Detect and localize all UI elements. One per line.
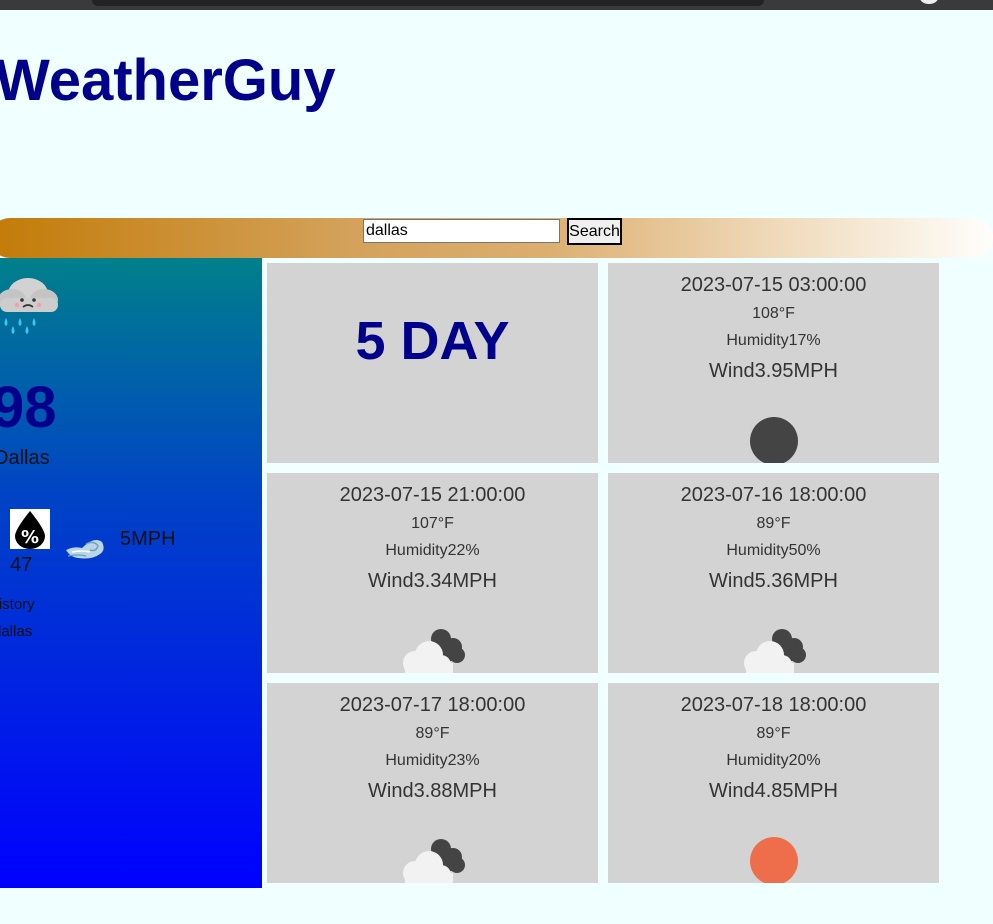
sun-icon: [750, 837, 798, 883]
forecast-humidity: Humidity23%: [385, 752, 480, 769]
forecast-wind: Wind3.95MPH: [709, 360, 838, 382]
moon-icon: [750, 417, 798, 463]
address-bar: [92, 0, 764, 6]
rain-cloud-icon: [0, 278, 58, 334]
forecast-wind: Wind5.36MPH: [709, 570, 838, 592]
browser-top-bar: [0, 0, 993, 10]
current-city: Dallas: [0, 447, 50, 469]
history-item[interactable]: dallas: [0, 623, 32, 640]
forecast-wind: Wind4.85MPH: [709, 780, 838, 802]
current-weather-panel: 98 Dallas % 47 5MPH History dallas: [0, 258, 262, 888]
forecast-date: 2023-07-15 03:00:00: [680, 274, 867, 296]
forecast-humidity: Humidity20%: [726, 752, 821, 769]
forecast-date: 2023-07-17 18:00:00: [339, 694, 526, 716]
forecast-date: 2023-07-18 18:00:00: [680, 694, 867, 716]
five-day-title-card: 5 DAY: [267, 263, 598, 463]
humidity-percent-icon: %: [10, 509, 50, 549]
forecast-humidity: Humidity50%: [726, 542, 821, 559]
five-day-title: 5 DAY: [355, 311, 510, 371]
cloudy-icon: [744, 629, 806, 673]
forecast-date: 2023-07-15 21:00:00: [339, 484, 526, 506]
wind-icon: [66, 540, 104, 559]
search-button[interactable]: Search: [567, 218, 622, 245]
forecast-card: 2023-07-17 18:00:00 89°F Humidity23% Win…: [267, 683, 598, 883]
forecast-card: 2023-07-15 21:00:00 107°F Humidity22% Wi…: [267, 473, 598, 673]
history-heading: History: [0, 596, 35, 613]
forecast-temperature: 89°F: [756, 725, 791, 742]
cloudy-icon: [403, 839, 465, 883]
forecast-temperature: 108°F: [752, 305, 795, 322]
forecast-card: 2023-07-15 03:00:00 108°F Humidity17% Wi…: [608, 263, 939, 463]
forecast-humidity: Humidity17%: [726, 332, 821, 349]
svg-text:%: %: [21, 527, 39, 548]
profile-icon: [920, 0, 938, 4]
forecast-wind: Wind3.88MPH: [368, 780, 497, 802]
current-humidity: 47: [10, 554, 33, 576]
search-input[interactable]: [363, 219, 560, 243]
forecast-temperature: 107°F: [411, 515, 454, 532]
forecast-wind: Wind3.34MPH: [368, 570, 497, 592]
forecast-temperature: 89°F: [756, 515, 791, 532]
current-wind: 5MPH: [120, 528, 176, 550]
cloudy-icon: [403, 629, 465, 673]
forecast-card: 2023-07-18 18:00:00 89°F Humidity20% Win…: [608, 683, 939, 883]
forecast-temperature: 89°F: [415, 725, 450, 742]
forecast-card: 2023-07-16 18:00:00 89°F Humidity50% Win…: [608, 473, 939, 673]
forecast-date: 2023-07-16 18:00:00: [680, 484, 867, 506]
current-temperature: 98: [0, 375, 57, 440]
forecast-humidity: Humidity22%: [385, 542, 480, 559]
app-title: WeatherGuy: [0, 48, 336, 113]
